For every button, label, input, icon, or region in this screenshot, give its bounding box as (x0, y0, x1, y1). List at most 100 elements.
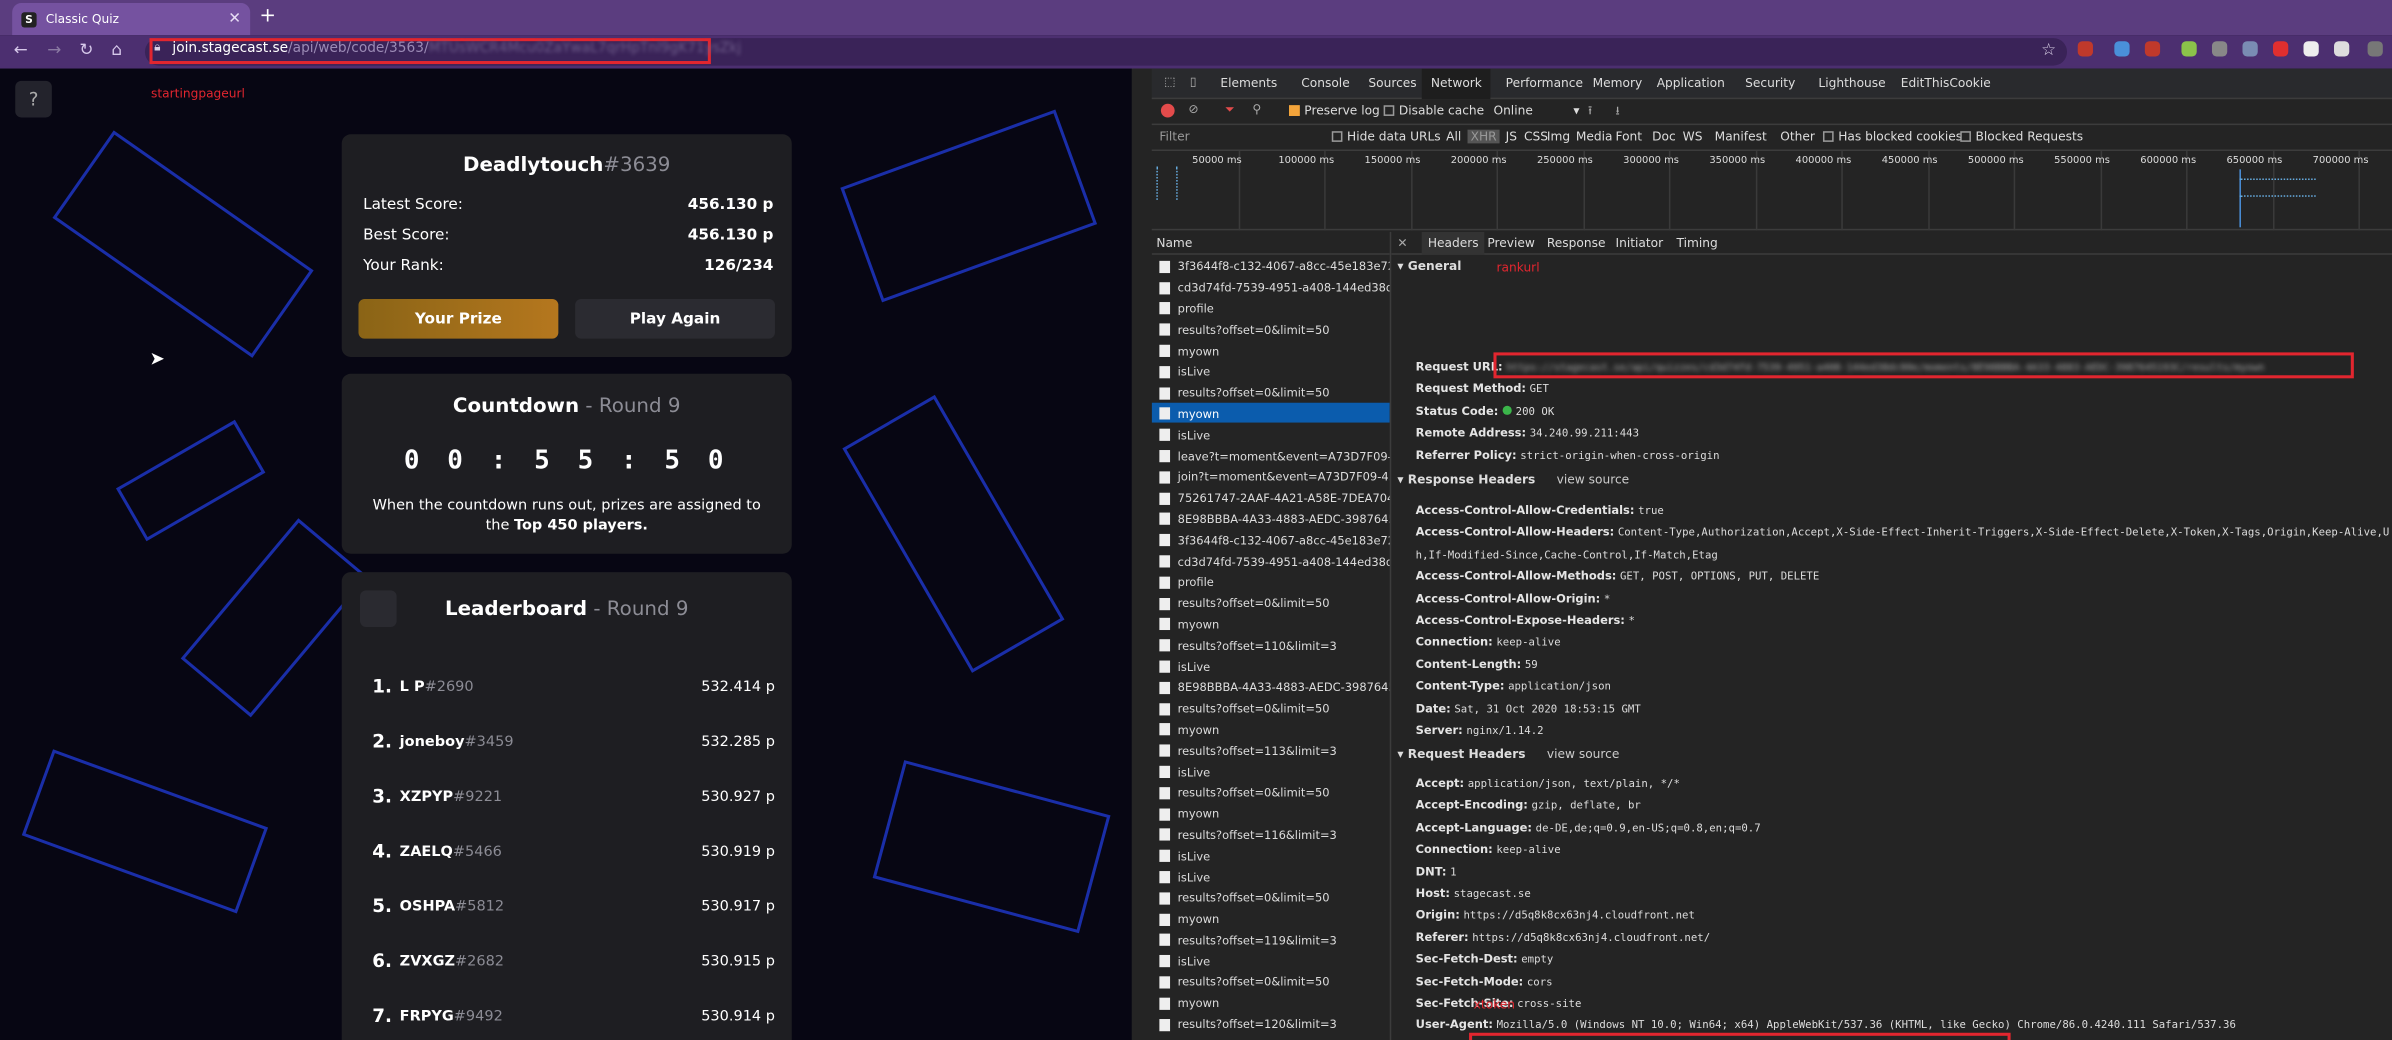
preserve-log-checkbox[interactable]: Preserve log (1289, 104, 1380, 117)
browser-tab[interactable]: S Classic Quiz ✕ (12, 3, 251, 36)
extension-icon[interactable] (2181, 41, 2197, 57)
name-column-header[interactable]: Name (1151, 232, 1390, 255)
request-row[interactable]: results?offset=110&limit=3 (1152, 634, 1390, 655)
request-row[interactable]: isLive (1152, 949, 1390, 970)
request-row[interactable]: 3f3644f8-c132-4067-a8cc-45e183e72... (1152, 528, 1390, 549)
extension-icon[interactable] (2367, 41, 2383, 57)
hide-data-urls-checkbox[interactable]: Hide data URLs (1331, 130, 1441, 143)
request-row[interactable]: myown (1152, 907, 1390, 928)
section-header[interactable]: ▾ Response Headers view source (1397, 473, 1629, 487)
tab-lighthouse[interactable]: Lighthouse (1818, 76, 1885, 90)
network-timeline[interactable]: 50000 ms 100000 ms 150000 ms 200000 ms 25000… (1151, 151, 2392, 231)
filter-type-other[interactable]: Other (1780, 130, 1815, 144)
tab-application[interactable]: Application (1657, 76, 1725, 90)
request-row[interactable]: results?offset=0&limit=50 (1152, 592, 1390, 613)
request-row[interactable]: results?offset=0&limit=50 (1152, 886, 1390, 907)
request-row[interactable]: isLive (1152, 760, 1390, 781)
search-icon[interactable]: ⚲ (1252, 102, 1261, 116)
request-row[interactable]: cd3d74fd-7539-4951-a408-144ed38d... (1152, 276, 1390, 297)
section-header[interactable]: ▾ General (1397, 259, 1461, 273)
section-header[interactable]: ▾ Request Headers view source (1397, 747, 1619, 761)
tab-sources[interactable]: Sources (1368, 76, 1416, 90)
download-har-icon[interactable]: ⭳ (1616, 102, 1620, 123)
extension-icon[interactable] (2334, 41, 2350, 57)
extension-icon[interactable] (2272, 41, 2289, 57)
tab-console[interactable]: Console (1301, 76, 1349, 90)
filter-type-manifest[interactable]: Manifest (1715, 130, 1767, 144)
request-row[interactable]: profile (1152, 297, 1390, 318)
request-row[interactable]: profile (1152, 570, 1390, 591)
filter-type-font[interactable]: Font (1616, 130, 1643, 144)
request-row[interactable]: results?offset=119&limit=3 (1152, 928, 1390, 949)
view-source-link[interactable]: view source (1557, 473, 1630, 487)
request-row[interactable]: results?offset=0&limit=50 (1152, 970, 1390, 991)
extension-icon[interactable] (2303, 41, 2319, 57)
has-blocked-cookies-checkbox[interactable]: Has blocked cookies (1822, 130, 1962, 143)
new-tab-icon[interactable]: + (259, 5, 276, 28)
request-row[interactable]: 75261747-2AAF-4A21-A58E-7DEA704... (1152, 486, 1390, 507)
filter-type-js[interactable]: JS (1506, 130, 1517, 144)
request-row[interactable]: results?offset=0&limit=50 (1152, 381, 1390, 402)
request-row[interactable]: myown (1152, 718, 1390, 739)
your-prize-button[interactable]: Your Prize (358, 298, 559, 339)
request-row[interactable]: isLive (1152, 423, 1390, 444)
request-row[interactable]: results?offset=0&limit=50 (1152, 781, 1390, 802)
reload-icon[interactable]: ↻ (79, 40, 93, 60)
filter-type-xhr[interactable]: XHR (1467, 129, 1500, 144)
upload-har-icon[interactable]: ⭱ (1588, 102, 1592, 123)
request-row[interactable]: myown (1152, 339, 1390, 360)
request-row[interactable]: results?offset=120&limit=3 (1152, 1012, 1390, 1033)
bookmark-star-icon[interactable]: ☆ (2041, 40, 2056, 60)
request-row[interactable]: results?offset=116&limit=3 (1152, 823, 1390, 844)
tab-close-icon[interactable]: ✕ (228, 11, 241, 28)
extension-icon[interactable] (2242, 41, 2258, 57)
extension-icon[interactable] (2077, 41, 2093, 57)
request-row[interactable]: myown (1151, 402, 1390, 424)
request-row[interactable]: join?t=moment&event=A73D7F09-4... (1152, 465, 1390, 486)
url-text[interactable]: join.stagecast.se/api/web/code/3563/MTUs… (172, 41, 741, 56)
help-button[interactable]: ? (15, 80, 52, 118)
request-row[interactable]: isLive (1152, 655, 1390, 676)
extension-icon[interactable] (2144, 41, 2161, 57)
tab-elements[interactable]: Elements (1220, 76, 1277, 90)
request-row[interactable]: results?offset=0&limit=50 (1152, 697, 1390, 718)
extension-icon[interactable] (2211, 41, 2228, 57)
tab-network[interactable]: Network (1421, 68, 1492, 100)
tab-memory[interactable]: Memory (1593, 76, 1643, 90)
request-row[interactable]: isLive (1152, 844, 1390, 865)
detail-tab-preview[interactable]: Preview (1487, 236, 1535, 250)
view-source-link[interactable]: view source (1547, 747, 1620, 761)
back-icon[interactable]: ← (14, 40, 28, 60)
request-row[interactable]: results?offset=0&limit=50 (1152, 318, 1390, 339)
filter-input[interactable]: Filter (1159, 130, 1189, 144)
filter-type-ws[interactable]: WS (1683, 130, 1703, 144)
record-icon[interactable] (1160, 103, 1175, 118)
filter-type-all[interactable]: All (1446, 130, 1461, 144)
filter-type-media[interactable]: Media (1576, 130, 1613, 144)
request-row[interactable]: myown (1152, 613, 1390, 634)
device-toggle-icon[interactable]: ▯ (1190, 75, 1197, 89)
request-row[interactable]: results?offset=113&limit=3 (1152, 739, 1390, 760)
request-row[interactable]: myown (1152, 802, 1390, 823)
tab-security[interactable]: Security (1745, 76, 1795, 90)
request-row[interactable]: myown (1152, 991, 1390, 1012)
filter-type-css[interactable]: CSS (1524, 130, 1548, 144)
inspect-icon[interactable]: ⬚ (1164, 75, 1176, 89)
request-row[interactable]: 3f3644f8-c132-4067-a8cc-45e183e72... (1152, 255, 1390, 276)
play-again-button[interactable]: Play Again (575, 298, 775, 339)
detail-tab-timing[interactable]: Timing (1677, 236, 1718, 250)
request-row[interactable]: 8E98BBBA-4A33-4883-AEDC-3987645... (1152, 507, 1390, 528)
filter-type-doc[interactable]: Doc (1652, 130, 1676, 144)
request-row[interactable]: leave?t=moment&event=A73D7F09-... (1152, 444, 1390, 465)
tab-performance[interactable]: Performance (1506, 76, 1583, 90)
close-icon[interactable]: ✕ (1397, 236, 1407, 250)
forward-icon[interactable]: → (47, 40, 61, 60)
home-icon[interactable]: ⌂ (111, 40, 122, 60)
filter-type-img[interactable]: Img (1547, 130, 1570, 144)
request-row[interactable]: isLive (1152, 360, 1390, 381)
request-row[interactable]: cd3d74fd-7539-4951-a408-144ed38d... (1152, 549, 1390, 570)
tab-editthiscookie[interactable]: EditThisCookie (1901, 76, 1991, 90)
throttle-select[interactable]: Online ▾ (1493, 104, 1579, 118)
filter-icon[interactable]: ⏷ (1225, 102, 1235, 117)
clear-icon[interactable]: ⊘ (1188, 102, 1198, 116)
